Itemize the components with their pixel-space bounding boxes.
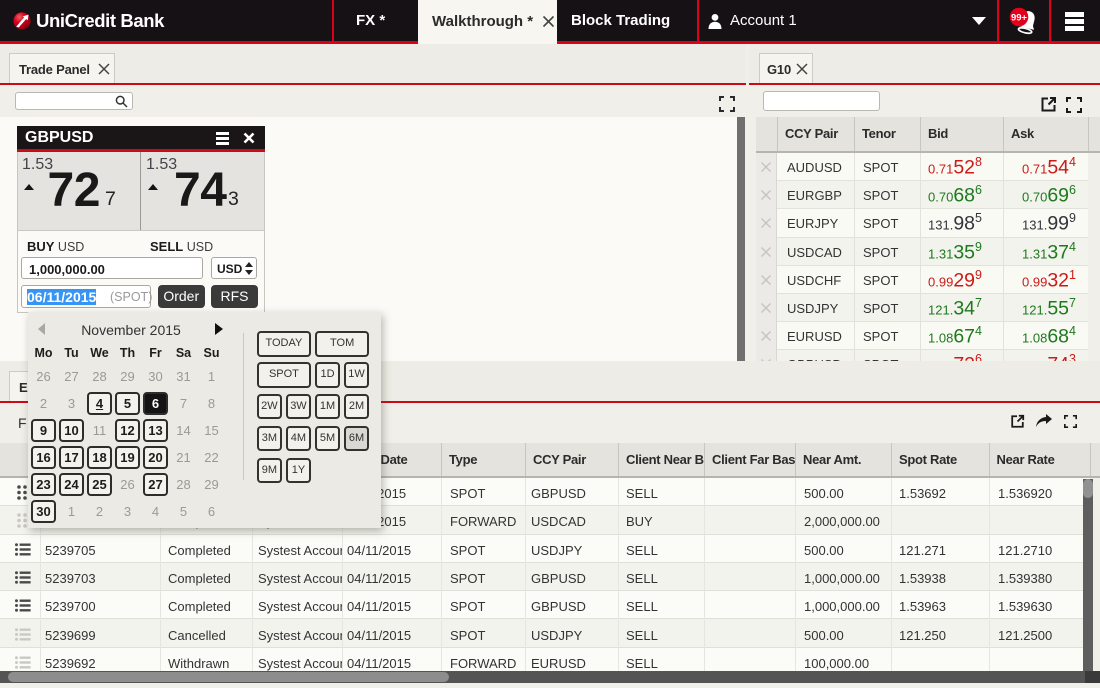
svg-text:99+: 99+ xyxy=(1011,12,1028,23)
